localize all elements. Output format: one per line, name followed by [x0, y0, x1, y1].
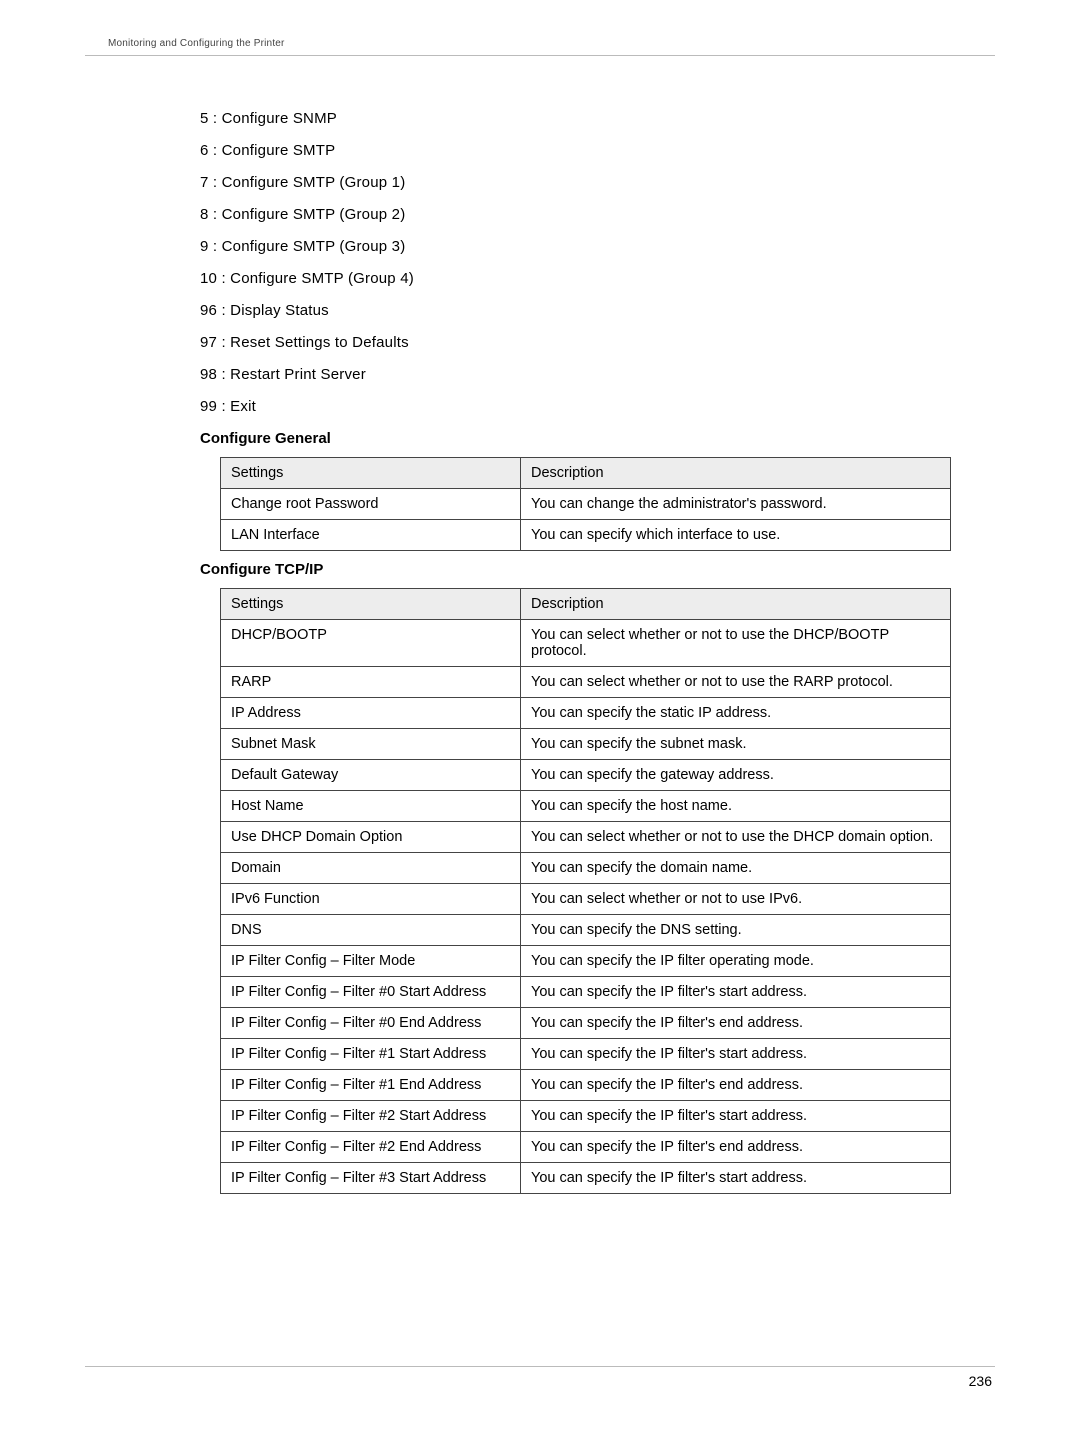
cell-setting: DNS	[221, 915, 521, 946]
cell-description: You can specify the subnet mask.	[521, 729, 951, 760]
cell-setting: Host Name	[221, 791, 521, 822]
table-row: Subnet MaskYou can specify the subnet ma…	[221, 729, 951, 760]
table-tcpip: Settings Description DHCP/BOOTPYou can s…	[220, 588, 951, 1194]
cell-description: You can select whether or not to use the…	[521, 822, 951, 853]
table-row: IP Filter Config – Filter #1 End Address…	[221, 1070, 951, 1101]
cell-setting: DHCP/BOOTP	[221, 620, 521, 667]
cell-setting: IP Filter Config – Filter #3 Start Addre…	[221, 1163, 521, 1194]
cell-setting: Change root Password	[221, 489, 521, 520]
table-row: DomainYou can specify the domain name.	[221, 853, 951, 884]
cell-setting: RARP	[221, 667, 521, 698]
cell-setting: IP Filter Config – Filter Mode	[221, 946, 521, 977]
table-row: IP Filter Config – Filter #0 End Address…	[221, 1008, 951, 1039]
cell-description: You can specify the IP filter's end addr…	[521, 1070, 951, 1101]
cell-description: You can change the administrator's passw…	[521, 489, 951, 520]
cell-description: You can specify the IP filter's end addr…	[521, 1008, 951, 1039]
cell-description: You can specify the IP filter's start ad…	[521, 1039, 951, 1070]
cell-description: You can specify the host name.	[521, 791, 951, 822]
table-row: Default GatewayYou can specify the gatew…	[221, 760, 951, 791]
cell-description: You can specify the IP filter's start ad…	[521, 1163, 951, 1194]
footer-rule	[85, 1366, 995, 1367]
menu-item: 5 : Configure SNMP	[200, 110, 960, 127]
cell-setting: Domain	[221, 853, 521, 884]
cell-setting: IP Filter Config – Filter #0 Start Addre…	[221, 977, 521, 1008]
table-row: IP Filter Config – Filter #3 Start Addre…	[221, 1163, 951, 1194]
menu-list: 5 : Configure SNMP 6 : Configure SMTP 7 : …	[200, 110, 960, 415]
table-row: Use DHCP Domain OptionYou can select whe…	[221, 822, 951, 853]
page-number: 236	[969, 1373, 992, 1389]
menu-item: 7 : Configure SMTP (Group 1)	[200, 174, 960, 191]
table-row: LAN InterfaceYou can specify which inter…	[221, 520, 951, 551]
cell-description: You can specify the IP filter's start ad…	[521, 1101, 951, 1132]
table-row: DNSYou can specify the DNS setting.	[221, 915, 951, 946]
menu-item: 98 : Restart Print Server	[200, 366, 960, 383]
cell-setting: IP Filter Config – Filter #1 End Address	[221, 1070, 521, 1101]
table-row: Change root PasswordYou can change the a…	[221, 489, 951, 520]
menu-item: 8 : Configure SMTP (Group 2)	[200, 206, 960, 223]
table-row: IP Filter Config – Filter ModeYou can sp…	[221, 946, 951, 977]
cell-setting: IP Filter Config – Filter #0 End Address	[221, 1008, 521, 1039]
table-general: Settings Description Change root Passwor…	[220, 457, 951, 551]
cell-setting: LAN Interface	[221, 520, 521, 551]
cell-setting: Default Gateway	[221, 760, 521, 791]
menu-item: 9 : Configure SMTP (Group 3)	[200, 238, 960, 255]
col-header-settings: Settings	[221, 589, 521, 620]
cell-description: You can select whether or not to use the…	[521, 667, 951, 698]
header-rule	[85, 55, 995, 56]
cell-description: You can specify the domain name.	[521, 853, 951, 884]
cell-description: You can specify the IP filter's end addr…	[521, 1132, 951, 1163]
table-header-row: Settings Description	[221, 458, 951, 489]
table-row: IP Filter Config – Filter #2 Start Addre…	[221, 1101, 951, 1132]
cell-description: You can specify the IP filter operating …	[521, 946, 951, 977]
section-title-general: Configure General	[200, 430, 960, 447]
table-row: IP Filter Config – Filter #1 Start Addre…	[221, 1039, 951, 1070]
cell-setting: Use DHCP Domain Option	[221, 822, 521, 853]
cell-description: You can specify the static IP address.	[521, 698, 951, 729]
cell-setting: IPv6 Function	[221, 884, 521, 915]
table-row: IP Filter Config – Filter #2 End Address…	[221, 1132, 951, 1163]
col-header-settings: Settings	[221, 458, 521, 489]
breadcrumb: Monitoring and Configuring the Printer	[108, 38, 285, 49]
cell-setting: IP Address	[221, 698, 521, 729]
table-row: IPv6 FunctionYou can select whether or n…	[221, 884, 951, 915]
menu-item: 96 : Display Status	[200, 302, 960, 319]
cell-description: You can select whether or not to use IPv…	[521, 884, 951, 915]
col-header-description: Description	[521, 589, 951, 620]
cell-setting: IP Filter Config – Filter #1 Start Addre…	[221, 1039, 521, 1070]
table-row: IP Filter Config – Filter #0 Start Addre…	[221, 977, 951, 1008]
cell-setting: Subnet Mask	[221, 729, 521, 760]
cell-description: You can specify which interface to use.	[521, 520, 951, 551]
menu-item: 99 : Exit	[200, 398, 960, 415]
cell-description: You can specify the gateway address.	[521, 760, 951, 791]
col-header-description: Description	[521, 458, 951, 489]
table-row: IP AddressYou can specify the static IP …	[221, 698, 951, 729]
menu-item: 97 : Reset Settings to Defaults	[200, 334, 960, 351]
cell-setting: IP Filter Config – Filter #2 Start Addre…	[221, 1101, 521, 1132]
cell-description: You can specify the DNS setting.	[521, 915, 951, 946]
table-row: Host NameYou can specify the host name.	[221, 791, 951, 822]
table-row: DHCP/BOOTPYou can select whether or not …	[221, 620, 951, 667]
section-title-tcpip: Configure TCP/IP	[200, 561, 960, 578]
cell-description: You can specify the IP filter's start ad…	[521, 977, 951, 1008]
table-header-row: Settings Description	[221, 589, 951, 620]
menu-item: 10 : Configure SMTP (Group 4)	[200, 270, 960, 287]
cell-description: You can select whether or not to use the…	[521, 620, 951, 667]
menu-item: 6 : Configure SMTP	[200, 142, 960, 159]
cell-setting: IP Filter Config – Filter #2 End Address	[221, 1132, 521, 1163]
table-row: RARPYou can select whether or not to use…	[221, 667, 951, 698]
